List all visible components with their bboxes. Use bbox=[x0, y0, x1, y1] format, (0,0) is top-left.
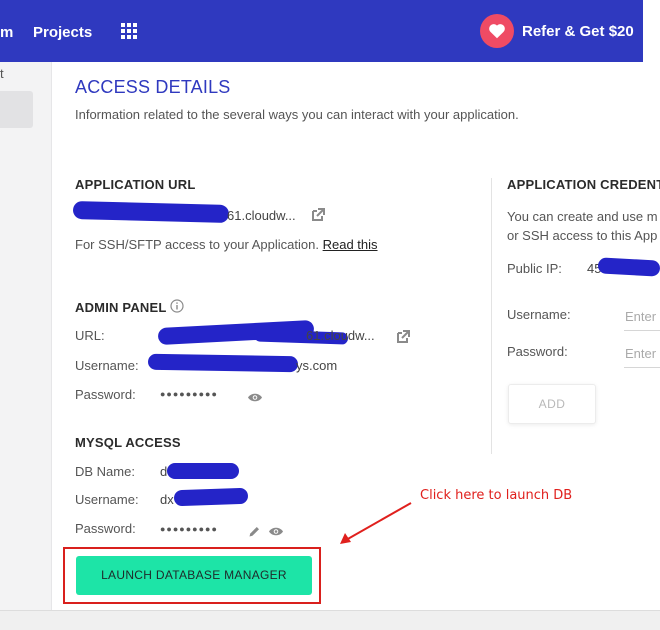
input-underline bbox=[624, 330, 660, 331]
section-title-admin-panel: ADMIN PANEL bbox=[75, 300, 167, 315]
section-title-application-credentials: APPLICATION CREDENTI bbox=[507, 177, 660, 192]
bottom-strip bbox=[0, 610, 660, 630]
top-navigation-bar: m Projects Refer & Get $20 bbox=[0, 0, 660, 62]
nav-item-team[interactable]: m bbox=[0, 24, 13, 41]
credentials-username-label: Username: bbox=[507, 307, 571, 322]
sidebar-item-fragment[interactable]: t bbox=[0, 66, 4, 81]
external-link-icon[interactable] bbox=[395, 329, 411, 345]
eye-icon[interactable] bbox=[247, 392, 263, 403]
refer-button[interactable]: Refer & Get $20 bbox=[480, 14, 634, 48]
info-icon[interactable] bbox=[170, 299, 184, 313]
refer-label: Refer & Get $20 bbox=[522, 22, 634, 40]
credentials-password-label: Password: bbox=[507, 344, 568, 359]
ssh-info-text: For SSH/SFTP access to your Application.… bbox=[75, 237, 378, 252]
input-underline bbox=[624, 367, 660, 368]
redaction-mark bbox=[597, 257, 660, 277]
db-username-prefix: dx bbox=[160, 492, 174, 507]
credentials-password-input[interactable]: Enter bbox=[625, 346, 656, 361]
redaction-mark bbox=[147, 353, 299, 373]
external-link-icon[interactable] bbox=[310, 207, 326, 223]
eye-icon[interactable] bbox=[268, 526, 284, 537]
credentials-description-line2: or SSH access to this App bbox=[507, 228, 658, 243]
db-username-label: Username: bbox=[75, 492, 139, 507]
apps-grid-icon[interactable] bbox=[121, 23, 138, 40]
annotation-arrow-icon bbox=[340, 502, 412, 544]
credentials-username-input[interactable]: Enter bbox=[625, 309, 656, 324]
sidebar: t bbox=[0, 62, 52, 610]
topbar-edge bbox=[643, 0, 660, 62]
admin-username-label: Username: bbox=[75, 358, 139, 373]
column-divider bbox=[491, 178, 492, 454]
admin-username: ys.com bbox=[296, 358, 338, 373]
page-title: ACCESS DETAILS bbox=[75, 77, 231, 97]
admin-password-mask: ●●●●●●●●● bbox=[160, 389, 218, 399]
public-ip-label: Public IP: bbox=[507, 261, 562, 276]
redaction-mark bbox=[173, 487, 249, 507]
nav-item-projects[interactable]: Projects bbox=[33, 24, 92, 41]
annotation-text: Click here to launch DB bbox=[420, 488, 573, 503]
db-password-label: Password: bbox=[75, 521, 136, 536]
admin-url-label: URL: bbox=[75, 328, 105, 343]
redaction-mark bbox=[167, 463, 239, 479]
heart-icon bbox=[480, 14, 514, 48]
admin-password-label: Password: bbox=[75, 387, 136, 402]
application-url[interactable]: 61.cloudw... bbox=[227, 208, 296, 223]
credentials-description-line1: You can create and use m bbox=[507, 209, 658, 224]
edit-pencil-icon[interactable] bbox=[248, 525, 261, 538]
admin-url[interactable]: 61.cloudw... bbox=[306, 328, 375, 343]
section-title-application-url: APPLICATION URL bbox=[75, 177, 196, 192]
ssh-text: For SSH/SFTP access to your Application. bbox=[75, 237, 319, 252]
db-password-mask: ●●●●●●●●● bbox=[160, 524, 218, 534]
launch-database-manager-button[interactable]: LAUNCH DATABASE MANAGER bbox=[76, 556, 312, 595]
add-credentials-button[interactable]: ADD bbox=[508, 384, 596, 424]
section-title-mysql-access: MYSQL ACCESS bbox=[75, 435, 181, 450]
page-description: Information related to the several ways … bbox=[75, 107, 519, 122]
sidebar-item-selected[interactable] bbox=[0, 91, 33, 128]
read-this-link[interactable]: Read this bbox=[323, 237, 378, 252]
db-name-label: DB Name: bbox=[75, 464, 135, 479]
